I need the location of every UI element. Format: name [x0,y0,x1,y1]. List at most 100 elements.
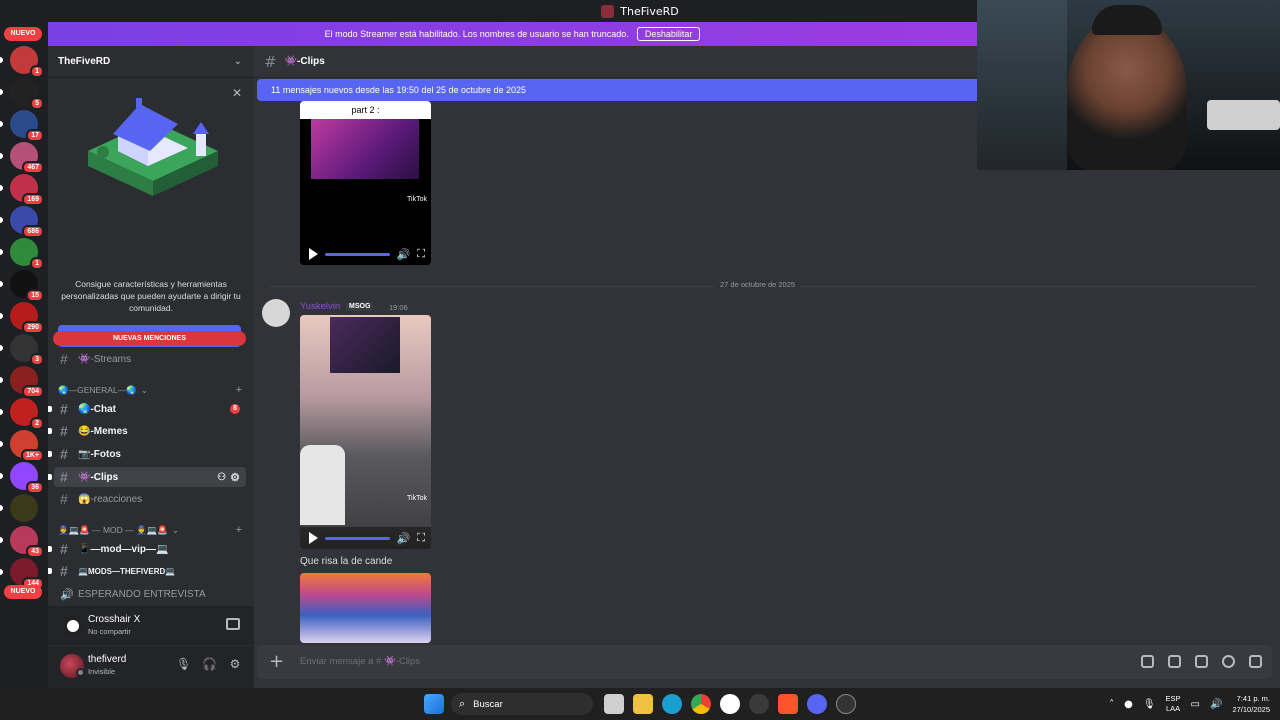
server-icon[interactable]: 169 [10,174,44,206]
video-progress-bar[interactable] [325,536,390,540]
obs-icon[interactable] [720,694,740,714]
message-composer[interactable]: + Enviar mensaje a # 👾-Clips [257,645,1272,679]
tray-app-icon[interactable]: ● [1124,699,1133,710]
server-icon[interactable]: 1 [10,238,44,270]
category-mod[interactable]: 👮💻🚨 — MOD — 👮💻🚨 ⌄ + [58,523,242,537]
message-text: Que risa la de cande [300,556,393,567]
crosshair-app-icon [63,616,83,636]
disable-streamer-mode-button[interactable]: Deshabilitar [636,27,701,41]
server-icon[interactable]: 1K+ [10,430,44,462]
server-icon[interactable]: 686 [10,206,44,238]
taskbar-search[interactable]: ⌕ Buscar [451,693,593,715]
unread-indicator [0,505,3,511]
video-attachment[interactable] [300,573,431,643]
add-attachment-icon[interactable]: + [269,651,284,672]
close-icon[interactable]: ✕ [232,86,242,100]
fullscreen-icon[interactable]: ⛶ [417,247,425,261]
app-icon[interactable] [749,694,769,714]
language-top: ESP [1165,694,1181,703]
server-icon[interactable] [10,494,38,522]
video-attachment[interactable]: part 2 : TikTok 🔊 ⛶ [300,101,431,265]
message-timestamp: 19:06 [389,303,408,312]
windows-start-icon[interactable] [424,694,444,714]
server-icon[interactable]: 5 [10,78,44,110]
guild-header[interactable]: TheFiveRD ⌄ [48,46,254,78]
channel-streams[interactable]: # 👾-Streams [54,349,246,369]
server-icon[interactable]: 2 [10,398,44,430]
channel-mod-vip[interactable]: # 📱—mod—vip—💻 [48,539,246,559]
chrome-icon[interactable] [691,694,711,714]
server-icon[interactable]: 290 [10,302,44,334]
channel-fotos[interactable]: # 📷-Fotos [48,444,246,464]
volume-icon[interactable]: 🔊 [1210,699,1222,710]
channel-reacciones[interactable]: # 😱-reacciones [54,489,246,509]
notification-badge: 1 [30,65,44,78]
server-icon[interactable]: 144 [10,558,44,590]
channel-clips[interactable]: # 👾-Clips ⚇ ⚙ [48,467,246,487]
gear-icon[interactable]: ⚙ [228,657,242,671]
headphones-icon[interactable]: 🎧 [202,657,217,671]
unread-indicator [48,428,52,434]
channel-chat[interactable]: # 🌏-Chat 8 [48,399,246,419]
apps-icon[interactable] [1249,655,1262,668]
server-icon[interactable]: 36 [10,462,44,494]
media-player-icon[interactable] [836,694,856,714]
chevron-up-icon[interactable]: ˄ [1109,699,1114,710]
server-rail[interactable]: NUEVO 1 5 17 467 169 686 1 15 290 3 704 2 1K+ 36 43 144… [0,22,48,688]
file-explorer-icon[interactable] [633,694,653,714]
gear-icon[interactable]: ⚙ [230,471,240,484]
chevron-down-icon[interactable]: ⌄ [234,56,242,67]
play-icon[interactable] [309,532,318,544]
language-indicator[interactable]: ESP LAA [1166,694,1181,714]
volume-icon[interactable]: 🔊 [397,248,411,261]
fullscreen-icon[interactable]: ⛶ [417,531,425,545]
channel-mods-thefiverd[interactable]: # 💻MODS—THEFIVERD💻 [48,561,246,581]
invite-icon[interactable]: ⚇ [217,472,226,483]
notification-badge: 704 [22,385,44,398]
edge-icon[interactable] [662,694,682,714]
new-mentions-pill[interactable]: NUEVAS MENCIONES [53,331,246,346]
new-badge-bottom[interactable]: NUEVO [4,585,42,599]
volume-icon[interactable]: 🔊 [397,532,411,545]
webcam-overlay [977,0,1280,170]
notification-badge: 43 [26,545,44,558]
message-input[interactable]: Enviar mensaje a # 👾-Clips [300,656,420,667]
network-icon[interactable]: ▭ [1191,699,1200,710]
unread-indicator [0,249,3,255]
add-channel-icon[interactable]: + [236,524,242,536]
gif-icon[interactable] [1168,655,1181,668]
channel-memes[interactable]: # 😂-Memes [48,421,246,441]
screen-share-icon[interactable] [226,618,240,630]
message-author[interactable]: Yuskelvin [300,301,340,312]
play-icon[interactable] [309,248,318,260]
unread-indicator [0,409,3,415]
gift-icon[interactable] [1141,655,1154,668]
server-icon[interactable]: 15 [10,270,44,302]
guild-tag-badge[interactable]: MSOG [346,302,374,311]
emoji-icon[interactable] [1222,655,1235,668]
video-attachment[interactable]: TikTok 🔊 ⛶ [300,315,431,549]
task-view-icon[interactable] [604,694,624,714]
new-badge-top[interactable]: NUEVO [4,27,42,41]
add-channel-icon[interactable]: + [236,384,242,396]
hashtag-icon: # [60,469,68,485]
server-icon[interactable]: 17 [10,110,44,142]
server-icon[interactable]: 467 [10,142,44,174]
sticker-icon[interactable] [1195,655,1208,668]
server-icon[interactable]: 3 [10,334,44,366]
server-icon[interactable]: 43 [10,526,44,558]
server-icon[interactable]: 1 [10,46,44,78]
clock[interactable]: 7:41 p. m. 27/10/2025 [1232,693,1270,715]
discord-icon[interactable] [807,694,827,714]
brave-icon[interactable] [778,694,798,714]
microphone-icon[interactable]: 🎙 [1143,699,1156,710]
new-messages-bar[interactable]: 11 mensajes nuevos desde las 19:50 del 2… [257,79,977,101]
server-boost-promo: ✕ Consigue características y herramienta… [48,78,254,347]
video-figure [300,445,345,525]
microphone-icon[interactable]: 🎙 [176,657,191,671]
server-icon[interactable]: 704 [10,366,44,398]
video-progress-bar[interactable] [325,252,390,256]
voice-channel-esperando[interactable]: 🔊 ESPERANDO ENTREVISTA [54,584,246,604]
category-general[interactable]: 🌏—GENERAL—🌏 ⌄ + [58,383,242,397]
avatar[interactable] [262,299,290,327]
